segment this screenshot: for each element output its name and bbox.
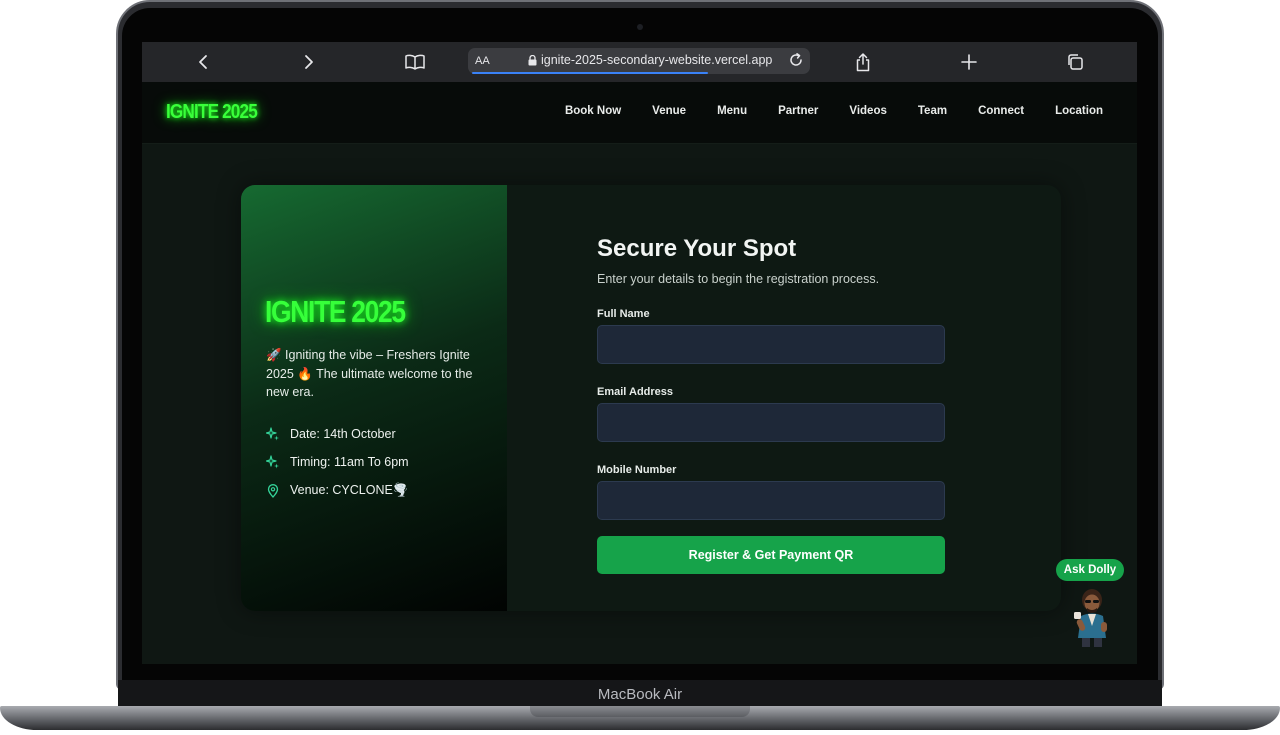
share-icon[interactable] [851, 50, 875, 74]
laptop-notch [530, 706, 750, 717]
sparkle-icon [266, 427, 279, 441]
device-brand-label: MacBook Air [597, 686, 683, 703]
form-subtitle: Enter your details to begin the registra… [597, 272, 880, 286]
full-name-input[interactable] [597, 325, 945, 364]
browser-toolbar: AA ignite-2025-secondary-website.vercel.… [142, 42, 1137, 82]
site-nav-links: Book Now Venue Menu Partner Videos Team … [565, 105, 1103, 117]
browser-screen: AA ignite-2025-secondary-website.vercel.… [142, 42, 1137, 664]
full-name-label: Full Name [597, 308, 650, 320]
registration-card: IGNITE 2025 🚀 Igniting the vibe – Freshe… [241, 185, 1061, 611]
form-title: Secure Your Spot [597, 235, 797, 262]
plus-icon[interactable] [957, 50, 981, 74]
event-venue-row: Venue: CYCLONE🌪️ [266, 483, 408, 498]
back-icon[interactable] [191, 50, 215, 74]
ask-dolly-button[interactable]: Ask Dolly [1056, 559, 1124, 581]
lock-icon [528, 55, 537, 66]
location-pin-icon [267, 483, 279, 498]
nav-partner[interactable]: Partner [778, 105, 818, 117]
nav-menu[interactable]: Menu [717, 105, 747, 117]
camera-icon [637, 24, 643, 30]
site-header: IGNITE 2025 Book Now Venue Menu Partner … [142, 82, 1137, 144]
nav-team[interactable]: Team [918, 105, 947, 117]
nav-location[interactable]: Location [1055, 105, 1103, 117]
reload-icon[interactable] [788, 52, 804, 68]
mobile-number-label: Mobile Number [597, 464, 677, 476]
email-input[interactable] [597, 403, 945, 442]
mobile-number-input[interactable] [597, 481, 945, 520]
event-timing: Timing: 11am To 6pm [290, 455, 409, 469]
nav-videos[interactable]: Videos [849, 105, 887, 117]
register-button[interactable]: Register & Get Payment QR [597, 536, 945, 574]
book-icon[interactable] [403, 50, 427, 74]
tabs-icon[interactable] [1063, 50, 1087, 74]
url-text: ignite-2025-secondary-website.vercel.app [541, 53, 773, 67]
email-label: Email Address [597, 386, 674, 398]
sparkle-icon [266, 455, 279, 469]
nav-connect[interactable]: Connect [978, 105, 1024, 117]
nav-venue[interactable]: Venue [652, 105, 686, 117]
event-info-panel: IGNITE 2025 🚀 Igniting the vibe – Freshe… [241, 185, 507, 611]
event-venue: Venue: CYCLONE🌪️ [290, 483, 409, 497]
laptop-mockup: MacBook Air AA ignite-2025-secondary-web… [0, 0, 1280, 735]
event-date: Date: 14th October [290, 427, 396, 441]
address-bar[interactable]: AA ignite-2025-secondary-website.vercel.… [468, 48, 810, 74]
event-title: IGNITE 2025 [265, 294, 406, 329]
forward-icon[interactable] [297, 50, 321, 74]
site-logo[interactable]: IGNITE 2025 [166, 101, 258, 124]
reader-aa-button[interactable]: AA [475, 55, 490, 67]
event-timing-row: Timing: 11am To 6pm [266, 455, 409, 469]
event-description: 🚀 Igniting the vibe – Freshers Ignite 20… [266, 348, 473, 399]
registration-form: Secure Your Spot Enter your details to b… [597, 235, 945, 574]
page-load-progress [472, 72, 708, 74]
nav-book-now[interactable]: Book Now [565, 105, 621, 117]
event-date-row: Date: 14th October [266, 427, 396, 441]
dolly-avatar-icon[interactable] [1070, 586, 1114, 648]
